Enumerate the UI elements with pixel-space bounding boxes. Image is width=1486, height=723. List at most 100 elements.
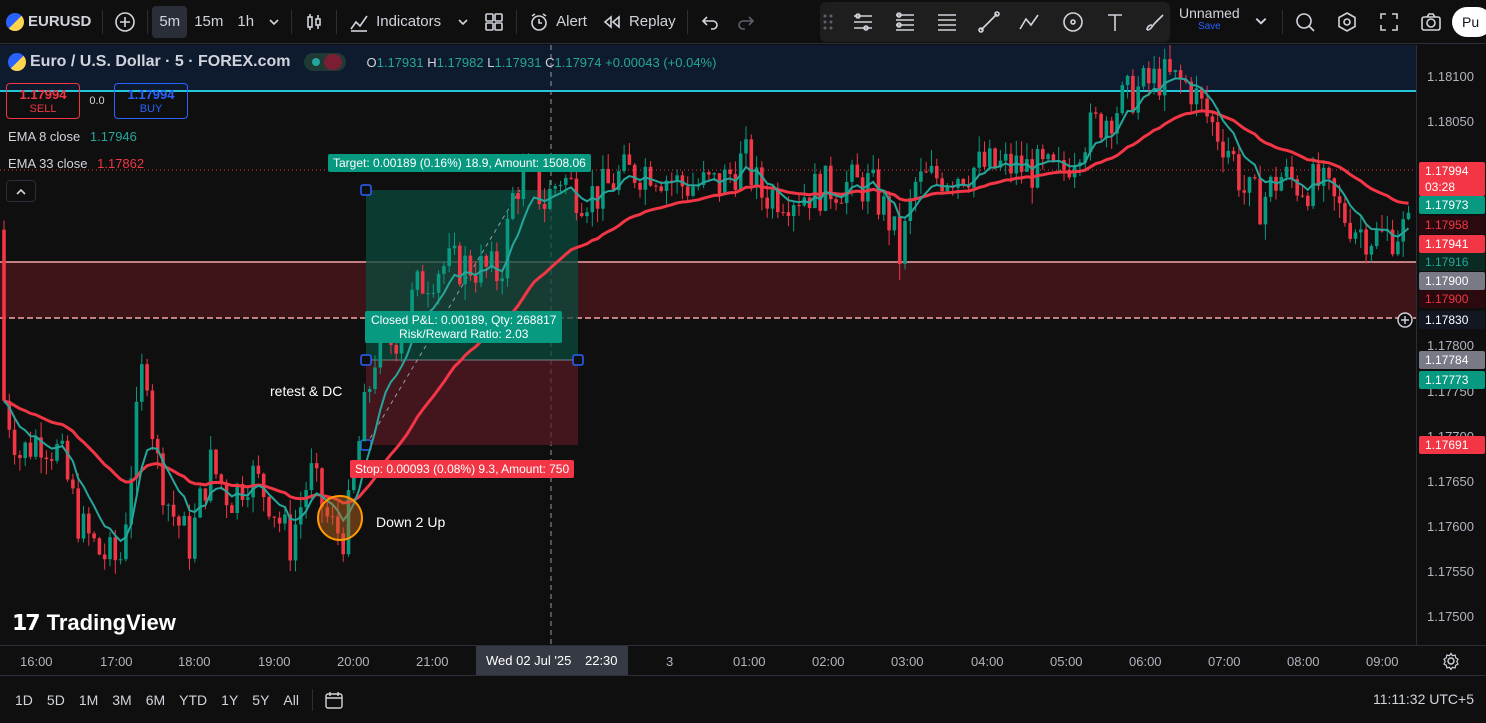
candle-body (564, 177, 568, 185)
candle-body (34, 437, 38, 457)
chevron-down-icon[interactable] (1254, 14, 1268, 28)
layout-name-button[interactable]: Unnamed Save (1172, 6, 1247, 38)
time-tick: 03:00 (891, 654, 924, 669)
interval-5m[interactable]: 5m (152, 5, 188, 38)
publish-button[interactable]: Pu (1452, 7, 1486, 37)
interval-dropdown-button[interactable] (261, 6, 287, 38)
drag-handle-icon[interactable] (822, 12, 834, 32)
candle-body (1279, 176, 1284, 191)
brush-icon[interactable] (1144, 11, 1166, 33)
candle-body (431, 292, 436, 294)
buy-button[interactable]: 1.17994 BUY (114, 83, 188, 119)
ema33-value: 1.17862 (97, 156, 145, 171)
position-handle-right[interactable] (572, 354, 584, 366)
time-axis[interactable]: 16:00 17:00 18:00 19:00 20:00 21:00 Wed … (0, 645, 1486, 676)
collapse-legend-button[interactable] (6, 180, 36, 202)
range-ytd[interactable]: YTD (172, 692, 214, 708)
fib-retracement-icon[interactable] (852, 11, 874, 33)
candle-body (1099, 113, 1103, 138)
pitchfork-icon[interactable] (894, 11, 916, 33)
candle-body (813, 173, 817, 209)
position-handle-target[interactable] (360, 184, 372, 196)
range-1d[interactable]: 1D (8, 692, 40, 708)
add-alert-plus-icon[interactable] (1396, 311, 1414, 329)
alert-button[interactable]: Alert (521, 6, 594, 38)
range-5d[interactable]: 5D (40, 692, 72, 708)
candle-body (712, 173, 716, 175)
price-chart-canvas[interactable] (0, 45, 1416, 645)
redo-button[interactable] (728, 6, 764, 38)
retest-annotation[interactable]: retest & DC (270, 383, 342, 399)
interval-15m[interactable]: 15m (187, 6, 230, 38)
replay-button[interactable]: Replay (594, 6, 683, 38)
ema8-price-label: 1.17973 (1419, 196, 1485, 214)
range-1y[interactable]: 1Y (214, 692, 245, 708)
candle-body (511, 193, 515, 219)
candle-body (1136, 86, 1140, 113)
chart-settings-gear-icon[interactable] (1442, 652, 1460, 670)
candle-body (1051, 154, 1056, 161)
candle-body (972, 167, 976, 188)
candle-body (495, 251, 499, 282)
undo-button[interactable] (692, 6, 728, 38)
range-5y[interactable]: 5Y (245, 692, 276, 708)
range-3m[interactable]: 3M (105, 692, 138, 708)
grid-layout-icon (485, 12, 503, 31)
fullscreen-icon[interactable] (1378, 11, 1400, 33)
trend-line-icon[interactable] (978, 11, 1000, 33)
camera-icon[interactable] (1420, 11, 1442, 33)
timezone-clock[interactable]: 11:11:32 UTC+5 (1373, 691, 1474, 707)
price-tick: 1.17500 (1427, 609, 1474, 624)
candle-body (707, 172, 711, 175)
goto-date-calendar-icon[interactable] (323, 689, 345, 711)
legend-title[interactable]: Euro / U.S. Dollar · 5 · FOREX.com (30, 53, 290, 71)
horizontal-lines-icon[interactable] (936, 11, 958, 33)
chart-type-button[interactable] (296, 6, 332, 38)
high-value: 1.17982 (436, 54, 484, 70)
candle-body (638, 182, 642, 190)
settings-hexagon-icon[interactable] (1336, 11, 1358, 33)
layouts-button[interactable] (476, 6, 512, 38)
down-2-up-annotation[interactable]: Down 2 Up (376, 514, 445, 530)
candle-body (309, 463, 314, 491)
tradingview-watermark: 𝟭𝟳 TradingView (12, 610, 176, 636)
quick-search-icon[interactable] (1294, 11, 1316, 33)
price-label: 1.17916 (1419, 253, 1485, 271)
ema33-label: EMA 33 close (8, 156, 88, 171)
candle-body (818, 173, 822, 211)
candle-body (1157, 68, 1162, 96)
toolbar-divider (147, 9, 149, 34)
text-tool-icon[interactable] (1104, 11, 1126, 33)
price-axis[interactable]: 1.18100 1.18050 1.17800 1.17750 1.17700 … (1416, 45, 1486, 645)
candle-body (919, 171, 923, 182)
interval-1h[interactable]: 1h (230, 6, 261, 38)
symbol-search-button[interactable]: EURUSD (0, 6, 98, 38)
time-tick: 16:00 (20, 654, 53, 669)
chart-pane[interactable]: Euro / U.S. Dollar · 5 · FOREX.com O1.17… (0, 45, 1416, 645)
ema33-legend[interactable]: EMA 33 close 1.17862 (8, 156, 144, 171)
candle-body (1210, 116, 1215, 123)
sell-label: SELL (29, 103, 57, 115)
compare-symbol-button[interactable] (107, 6, 143, 38)
position-handle-entry[interactable] (360, 354, 372, 366)
range-1m[interactable]: 1M (72, 692, 105, 708)
ema8-legend[interactable]: EMA 8 close 1.17946 (8, 129, 137, 144)
down-2-up-marker[interactable] (317, 495, 363, 541)
candle-body (230, 505, 234, 513)
range-6m[interactable]: 6M (139, 692, 172, 708)
indicators-button[interactable]: Indicators (341, 6, 476, 38)
support-zone[interactable] (0, 262, 1416, 318)
candle-body (150, 390, 155, 440)
range-all[interactable]: All (276, 692, 306, 708)
candle-body (442, 266, 446, 274)
candle-body (823, 165, 828, 211)
sell-button[interactable]: 1.17994 SELL (6, 83, 80, 119)
market-status-badge[interactable] (304, 53, 347, 71)
circle-tool-icon[interactable] (1062, 11, 1084, 33)
candle-body (1030, 159, 1034, 188)
candle-body (44, 457, 49, 460)
candle-body (288, 514, 292, 561)
candle-body (473, 275, 478, 283)
path-icon[interactable] (1018, 11, 1040, 33)
candle-body (1396, 241, 1400, 255)
